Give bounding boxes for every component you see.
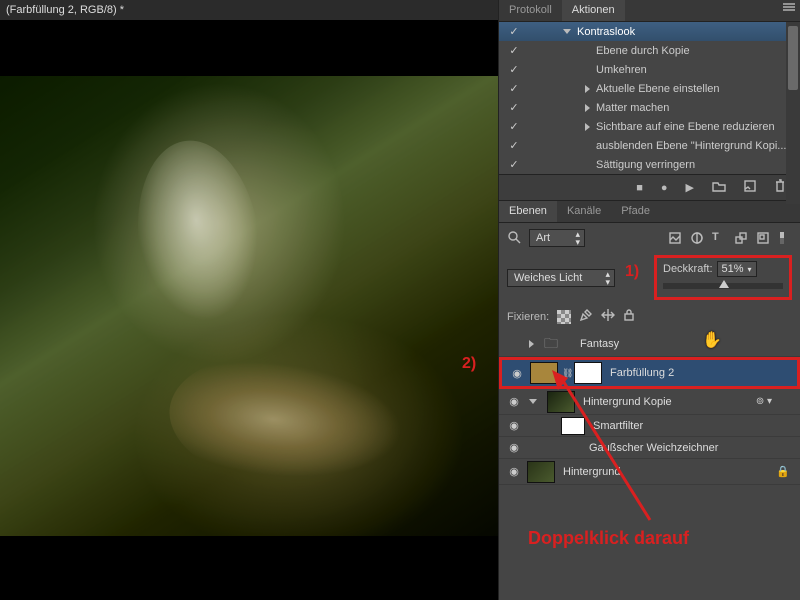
annotation-hint: Doppelklick darauf xyxy=(528,528,689,549)
annotation-2: 2) xyxy=(462,355,476,373)
empty-area xyxy=(0,536,498,600)
tab-pfade[interactable]: Pfade xyxy=(611,201,660,222)
scrollbar-thumb[interactable] xyxy=(788,26,798,90)
filter-shape-icon[interactable] xyxy=(734,231,748,245)
tab-kanaele[interactable]: Kanäle xyxy=(557,201,611,222)
layer-name[interactable]: Hintergrund xyxy=(563,466,620,478)
blend-mode-value: Weiches Licht xyxy=(514,272,582,284)
trash-icon[interactable] xyxy=(774,179,786,196)
record-icon[interactable]: ● xyxy=(661,182,668,194)
opacity-slider[interactable] xyxy=(663,283,783,289)
layer-name[interactable]: Fantasy xyxy=(580,338,619,350)
layer-row[interactable]: ◉ Hintergrund 🔒 xyxy=(499,459,800,485)
action-row[interactable]: ✓ Aktuelle Ebene einstellen xyxy=(499,79,800,98)
lock-paint-icon[interactable] xyxy=(579,308,593,325)
lock-all-icon[interactable] xyxy=(623,308,635,325)
visibility-icon[interactable]: ◉ xyxy=(505,441,523,454)
actions-list[interactable]: ✓Kontraslook✓Ebene durch Kopie✓Umkehren✓… xyxy=(499,22,800,174)
filter-type-icon[interactable]: T xyxy=(712,231,726,245)
actions-toolbar: ■ ● ▶ xyxy=(499,174,800,200)
blend-mode-dropdown[interactable]: Weiches Licht ▴▾ xyxy=(507,269,615,287)
action-label: Sichtbare auf eine Ebene reduzieren xyxy=(596,121,775,133)
new-item-icon[interactable] xyxy=(744,180,756,195)
action-check-icon[interactable]: ✓ xyxy=(505,63,523,76)
lock-position-icon[interactable] xyxy=(601,308,615,325)
expand-icon[interactable] xyxy=(529,399,537,404)
action-row[interactable]: ✓ ausblenden Ebene "Hintergrund Kopi... xyxy=(499,136,800,155)
filter-toggle-icon[interactable] xyxy=(778,231,792,245)
layer-row[interactable]: ◉ Smartfilter xyxy=(499,415,800,437)
action-row[interactable]: ✓ Umkehren xyxy=(499,60,800,79)
layer-name[interactable]: Smartfilter xyxy=(593,420,643,432)
layer-row[interactable]: ◉ ⛓ Farbfüllung 2 xyxy=(499,357,800,389)
document-tab[interactable]: (Farbfüllung 2, RGB/8) * xyxy=(6,4,124,16)
fill-thumbnail[interactable] xyxy=(530,362,558,384)
filter-mask-thumbnail[interactable] xyxy=(561,417,585,435)
lock-transparency-icon[interactable] xyxy=(557,310,571,324)
opacity-value-text: 51% xyxy=(722,263,744,275)
action-row[interactable]: ✓ Sättigung verringern xyxy=(499,155,800,174)
layer-thumbnail[interactable] xyxy=(527,461,555,483)
panel-menu-icon[interactable] xyxy=(782,2,796,15)
link-icon[interactable]: ⛓ xyxy=(562,368,570,379)
action-check-icon[interactable]: ✓ xyxy=(505,139,523,152)
tab-protokoll[interactable]: Protokoll xyxy=(499,0,562,21)
layer-name[interactable]: Farbfüllung 2 xyxy=(610,367,674,379)
action-check-icon[interactable]: ✓ xyxy=(505,158,523,171)
layer-filter-dropdown[interactable]: Art ▴▾ xyxy=(529,229,585,247)
action-label: Ebene durch Kopie xyxy=(596,45,690,57)
layer-row[interactable]: ◉ Hintergrund Kopie ⊚ ▾ xyxy=(499,389,800,415)
action-check-icon[interactable]: ✓ xyxy=(505,82,523,95)
layer-row[interactable]: ◉ Gaußscher Weichzeichner xyxy=(499,437,800,459)
action-label: Kontraslook xyxy=(577,26,635,38)
lock-label: Fixieren: xyxy=(507,311,549,323)
opacity-control: Deckkraft: 51% ▾ xyxy=(654,255,792,300)
layer-row[interactable]: 🗀 Fantasy xyxy=(499,331,800,357)
filter-adjust-icon[interactable] xyxy=(690,231,704,245)
action-row[interactable]: ✓ Sichtbare auf eine Ebene reduzieren xyxy=(499,117,800,136)
folder-icon: 🗀 xyxy=(544,333,572,355)
layer-name[interactable]: Gaußscher Weichzeichner xyxy=(589,442,718,454)
action-row[interactable]: ✓ Matter machen xyxy=(499,98,800,117)
action-row[interactable]: ✓ Kontraslook xyxy=(499,22,800,41)
tab-aktionen[interactable]: Aktionen xyxy=(562,0,625,21)
canvas-area[interactable] xyxy=(0,20,498,600)
new-folder-icon[interactable] xyxy=(712,180,726,195)
tab-ebenen[interactable]: Ebenen xyxy=(499,201,557,222)
layer-filter-value: Art xyxy=(536,232,550,244)
action-check-icon[interactable]: ✓ xyxy=(505,120,523,133)
visibility-icon[interactable]: ◉ xyxy=(505,395,523,408)
scrollbar[interactable] xyxy=(786,22,800,204)
filter-smart-icon[interactable] xyxy=(756,231,770,245)
action-label: ausblenden Ebene "Hintergrund Kopi... xyxy=(596,140,786,152)
lock-icon: 🔒 xyxy=(776,465,790,478)
visibility-icon[interactable]: ◉ xyxy=(505,465,523,478)
fx-badge[interactable]: ⊚ ▾ xyxy=(756,396,772,407)
mask-thumbnail[interactable] xyxy=(574,362,602,384)
visibility-icon[interactable]: ◉ xyxy=(508,367,526,380)
expand-icon[interactable] xyxy=(529,340,534,348)
cursor-icon: ✋ xyxy=(702,330,722,350)
action-check-icon[interactable]: ✓ xyxy=(505,25,523,38)
action-label: Matter machen xyxy=(596,102,669,114)
filter-search-icon[interactable] xyxy=(507,230,521,247)
canvas-image xyxy=(0,76,498,536)
layer-name[interactable]: Hintergrund Kopie xyxy=(583,396,672,408)
stop-icon[interactable]: ■ xyxy=(636,182,643,194)
opacity-label: Deckkraft: xyxy=(663,263,713,275)
annotation-1: 1) xyxy=(625,263,639,281)
action-label: Sättigung verringern xyxy=(596,159,695,171)
action-label: Aktuelle Ebene einstellen xyxy=(596,83,720,95)
opacity-value[interactable]: 51% ▾ xyxy=(717,261,757,277)
action-check-icon[interactable]: ✓ xyxy=(505,44,523,57)
filter-pixel-icon[interactable] xyxy=(668,231,682,245)
action-check-icon[interactable]: ✓ xyxy=(505,101,523,114)
visibility-icon[interactable]: ◉ xyxy=(505,419,523,432)
slider-knob[interactable] xyxy=(719,280,729,288)
play-icon[interactable]: ▶ xyxy=(686,181,694,194)
layers-tree[interactable]: 🗀 Fantasy ◉ ⛓ Farbfüllung 2 ◉ Hintergrund Kopi… xyxy=(499,329,800,487)
action-row[interactable]: ✓ Ebene durch Kopie xyxy=(499,41,800,60)
action-label: Umkehren xyxy=(596,64,647,76)
smart-thumbnail[interactable] xyxy=(547,391,575,413)
